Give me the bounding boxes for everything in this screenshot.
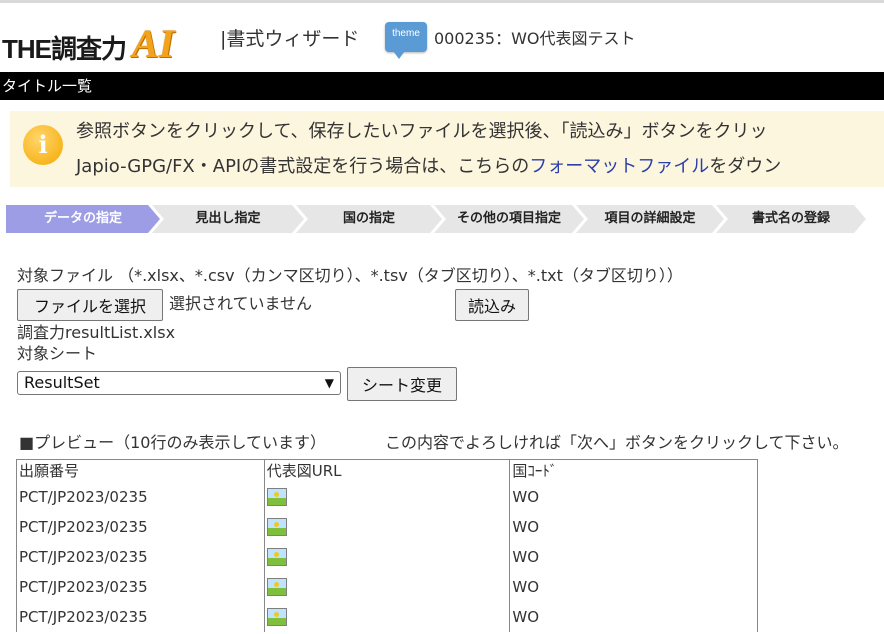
cell-image [263, 542, 511, 572]
image-icon[interactable] [266, 518, 287, 537]
logo-ai: AI [132, 21, 175, 66]
step-data: データの指定 [6, 205, 160, 233]
notice-line-2-pre: Japio-GPG/FX・APIの書式設定を行う場合は、こちらの [76, 156, 530, 177]
image-icon[interactable] [266, 578, 287, 597]
loaded-file-name: 調査力resultList.xlsx [17, 323, 176, 342]
cell-number: PCT/JP2023/0235 [16, 602, 265, 632]
image-icon[interactable] [266, 608, 287, 627]
sheet-change-button[interactable]: シート変更 [347, 367, 457, 401]
info-icon: i [23, 125, 63, 165]
column-header: 国ｺｰﾄﾞ [509, 459, 758, 482]
notice-box: i 参照ボタンをクリックして、保存したいファイルを選択後、「読込み」ボタンをクリ… [10, 111, 884, 187]
cell-number: PCT/JP2023/0235 [16, 572, 265, 602]
cell-number: PCT/JP2023/0235 [16, 512, 265, 542]
column-header: 代表図URL [263, 459, 511, 482]
load-button[interactable]: 読込み [455, 289, 529, 321]
preview-hint: この内容でよろしければ「次へ」ボタンをクリックして下さい。 [385, 433, 849, 452]
preview-table: 出願番号 代表図URL 国ｺｰﾄﾞ PCT/JP2023/0235 WO PCT… [16, 459, 758, 632]
cell-number: PCT/JP2023/0235 [16, 542, 265, 572]
chevron-down-icon: ▼ [324, 376, 334, 390]
table-row: PCT/JP2023/0235 WO [16, 512, 758, 542]
table-header-row: 出願番号 代表図URL 国ｺｰﾄﾞ [16, 459, 758, 482]
preview-label: ■プレビュー（10行のみ表示しています） [19, 433, 326, 452]
step-country: 国の指定 [296, 205, 442, 233]
logo-text: THE調査力 [2, 34, 127, 64]
notice-line-2: Japio-GPG/FX・APIの書式設定を行う場合は、こちらのフォーマットファ… [76, 155, 781, 179]
cell-country: WO [509, 542, 758, 572]
step-heading: 見出し指定 [152, 205, 304, 233]
cell-number: PCT/JP2023/0235 [16, 482, 265, 512]
table-row: PCT/JP2023/0235 WO [16, 542, 758, 572]
header: THE調査力 AI |書式ウィザード theme 000235：WO代表図テスト [0, 10, 884, 68]
page-title-bar: タイトル一覧 [0, 72, 884, 100]
notice-line-2-post: をダウン [709, 156, 782, 177]
cell-country: WO [509, 482, 758, 512]
file-label: 対象ファイル （*.xlsx、*.csv（カンマ区切り）、*.tsv（タブ区切り… [17, 266, 683, 285]
cell-image [263, 572, 511, 602]
image-icon[interactable] [266, 488, 287, 507]
sheet-select[interactable]: ResultSet ▼ [17, 371, 341, 395]
theme-label: 000235：WO代表図テスト [434, 29, 636, 48]
cell-image [263, 602, 511, 632]
step-other-items: その他の項目指定 [434, 205, 584, 233]
cell-country: WO [509, 572, 758, 602]
no-file-text: 選択されていません [169, 294, 313, 313]
wizard-title: |書式ウィザード [220, 28, 360, 50]
table-row: PCT/JP2023/0235 WO [16, 602, 758, 632]
cell-country: WO [509, 602, 758, 632]
sheet-select-value: ResultSet [24, 373, 100, 392]
notice-line-1: 参照ボタンをクリックして、保存したいファイルを選択後、「読込み」ボタンをクリッ [76, 121, 768, 142]
table-row: PCT/JP2023/0235 WO [16, 482, 758, 512]
logo[interactable]: THE調査力 AI [2, 21, 175, 66]
step-item-details: 項目の詳細設定 [576, 205, 724, 233]
theme-icon: theme [385, 22, 427, 59]
top-border [0, 0, 884, 3]
table-row: PCT/JP2023/0235 WO [16, 572, 758, 602]
cell-image [263, 482, 511, 512]
wizard-steps: データの指定 見出し指定 国の指定 その他の項目指定 項目の詳細設定 書式名の登… [6, 205, 884, 235]
cell-country: WO [509, 512, 758, 542]
format-file-link[interactable]: フォーマットファイル [529, 156, 709, 177]
image-icon[interactable] [266, 548, 287, 567]
cell-image [263, 512, 511, 542]
choose-file-button[interactable]: ファイルを選択 [17, 289, 163, 321]
step-format-name: 書式名の登録 [716, 205, 866, 233]
sheet-label: 対象シート [17, 344, 98, 363]
column-header: 出願番号 [16, 459, 265, 482]
